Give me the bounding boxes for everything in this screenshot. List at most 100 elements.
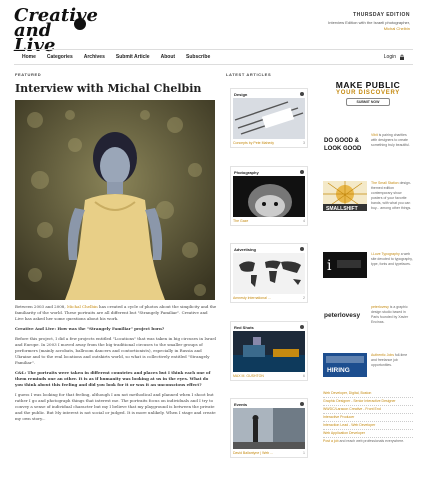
comment-count: 6: [303, 374, 305, 378]
question-2: C&L: The portraits were taken in differe…: [15, 370, 211, 387]
ad-text: Vibit is pairing charities with designer…: [371, 133, 413, 161]
ad-text: peterlovesy is a graphic design studio b…: [371, 305, 413, 325]
promo-subtitle: YOUR DISCOVERY: [336, 90, 400, 96]
ad-link[interactable]: The Small Station: [371, 181, 399, 185]
svg-text:SMALLSHIFT: SMALLSHIFT: [326, 206, 358, 211]
sidebar-ad-4[interactable]: peterlovesy peterlovesy is a graphic des…: [323, 305, 413, 325]
sidebar-ad-1[interactable]: DO GOOD & LOOK GOOD Vibit is pairing char…: [323, 133, 413, 161]
card-label: Advertising: [234, 246, 257, 252]
comment-count: 3: [303, 141, 305, 145]
ad-image[interactable]: peterlovesy: [323, 305, 367, 325]
job-listing[interactable]: Interactive Producer: [323, 414, 413, 422]
tagline-text: Interview Edition with the Israeli photo…: [328, 20, 410, 25]
question-1: Creative And Live: How was the "Strangel…: [15, 326, 165, 331]
sidebar-ad-3[interactable]: i i-Love Typography a web site devoted t…: [323, 252, 413, 282]
card-thumbnail[interactable]: [233, 408, 305, 449]
featured-heading: FEATURED: [15, 72, 42, 77]
site-logo[interactable]: Creative and Live: [14, 7, 98, 55]
ad-link[interactable]: Authentic Jobs: [371, 353, 394, 357]
edition-tagline: THURSDAY EDITION Interview Edition with …: [320, 12, 410, 32]
nav-categories[interactable]: Categories: [47, 54, 73, 60]
ad-description: design-themed edition contemporary show …: [371, 181, 412, 210]
nav-submit-article[interactable]: Submit Article: [116, 54, 150, 60]
job-listing[interactable]: Web Developer, Digital, Boston: [323, 390, 413, 398]
job-listing[interactable]: Web Application Developer: [323, 430, 413, 438]
intro-text-a: Between 2003 and 2008,: [15, 304, 66, 309]
card-caption[interactable]: David Ballantyne | Web ...: [233, 451, 273, 455]
ad-description: is pairing charities with designers to c…: [371, 133, 410, 147]
svg-text:peterlovesy: peterlovesy: [324, 312, 361, 319]
latest-card-design[interactable]: Design Concepts by Pete Mahedy 3: [230, 88, 308, 148]
comment-count: 4: [303, 219, 305, 223]
lightbulb-icon: [74, 18, 86, 30]
promo-title: MAKE PUBLIC: [335, 80, 401, 90]
nav-subscribe[interactable]: Subscribe: [186, 54, 210, 60]
plus-icon[interactable]: [300, 92, 304, 96]
card-label: Design: [234, 91, 248, 97]
ad-text: Authentic Jobs full-time and freelance j…: [371, 353, 413, 381]
latest-card-advertising[interactable]: Advertising Amnesty International ... 2: [230, 243, 308, 303]
edition-day: THURSDAY EDITION: [353, 12, 410, 18]
login-label: Login: [383, 54, 396, 60]
comment-count: 1: [303, 451, 305, 455]
card-thumbnail[interactable]: [233, 331, 305, 372]
photographer-link[interactable]: Michal Chelbin: [67, 304, 98, 309]
plus-icon[interactable]: [300, 247, 304, 251]
svg-text:i: i: [327, 258, 332, 274]
job-listing[interactable]: WWDC/Laracon Creative - Front End: [323, 406, 413, 414]
ad-link[interactable]: Vibit: [371, 133, 378, 137]
article-body: Between 2003 and 2008, Michal Chelbin ha…: [15, 304, 217, 426]
card-label: Red Shots: [234, 324, 254, 330]
sidebar-ad-5[interactable]: HIRING Authentic Jobs full-time and free…: [323, 353, 413, 381]
answer-1: Before this project, I did a few project…: [15, 336, 216, 365]
ad-image[interactable]: DO GOOD & LOOK GOOD: [323, 133, 367, 161]
ad-image[interactable]: SMALLSHIFT: [323, 181, 367, 215]
latest-card-photography[interactable]: Photography The Gaze 4: [230, 166, 308, 226]
ad-text: The Small Station design-themed edition …: [371, 181, 413, 215]
card-thumbnail[interactable]: [233, 98, 305, 139]
job-listings: Web Developer, Digital, Boston Graphic D…: [323, 390, 413, 445]
submit-now-button[interactable]: SUBMIT NOW: [346, 98, 390, 106]
card-caption[interactable]: MAX M. GUSHTON: [233, 374, 264, 378]
comment-count: 2: [303, 296, 305, 300]
plus-icon[interactable]: [300, 325, 304, 329]
svg-text:LOOK GOOD: LOOK GOOD: [324, 146, 362, 152]
card-caption[interactable]: Amnesty International ...: [233, 296, 271, 300]
featured-photo[interactable]: [15, 100, 215, 300]
card-caption[interactable]: Concepts by Pete Mahedy: [233, 141, 274, 145]
lock-icon: [400, 54, 404, 60]
post-job-footer: Post a job and reach web professionals e…: [323, 438, 413, 445]
tagline-name-link[interactable]: Michal Chelbin: [384, 26, 410, 31]
job-listing[interactable]: Interaction Lead - Web Developer: [323, 422, 413, 430]
card-thumbnail[interactable]: [233, 253, 305, 294]
ad-link[interactable]: peterlovesy: [371, 305, 389, 309]
ad-image[interactable]: i: [323, 252, 367, 282]
nav-archives[interactable]: Archives: [84, 54, 105, 60]
nav-about[interactable]: About: [161, 54, 175, 60]
login-link[interactable]: Login: [384, 54, 405, 60]
make-public-promo: MAKE PUBLIC YOUR DISCOVERY SUBMIT NOW: [323, 80, 413, 106]
latest-articles-heading: LATEST ARTICLES: [226, 72, 272, 77]
ad-image[interactable]: HIRING: [323, 353, 367, 381]
latest-card-red-shots[interactable]: Red Shots MAX M. GUSHTON 6: [230, 321, 308, 381]
article-title[interactable]: Interview with Michal Chelbin: [15, 82, 201, 95]
plus-icon[interactable]: [300, 170, 304, 174]
answer-2: I guess I was looking for that feeling, …: [15, 392, 216, 421]
svg-text:DO GOOD &: DO GOOD &: [324, 138, 360, 144]
post-job-link[interactable]: Post a job: [323, 439, 339, 443]
plus-icon[interactable]: [300, 402, 304, 406]
card-thumbnail[interactable]: [233, 176, 305, 217]
card-label: Events: [234, 401, 248, 407]
ad-link[interactable]: i-Love Typography: [371, 252, 400, 256]
nav-home[interactable]: Home: [22, 54, 36, 60]
card-label: Photography: [234, 169, 259, 175]
svg-text:HIRING: HIRING: [327, 367, 350, 374]
latest-card-events[interactable]: Events David Ballantyne | Web ... 1: [230, 398, 308, 458]
sidebar-ad-2[interactable]: SMALLSHIFT The Small Station design-them…: [323, 181, 413, 215]
main-navigation: Home Categories Archives Submit Article …: [14, 49, 413, 65]
post-job-text: and reach web professionals everywhere.: [338, 439, 405, 443]
article-intro: Between 2003 and 2008, Michal Chelbin ha…: [15, 304, 217, 322]
job-listing[interactable]: Graphic Designer - Senior Interactive De…: [323, 398, 413, 406]
ad-text: i-Love Typography a web site devoted to …: [371, 252, 413, 282]
card-caption[interactable]: The Gaze: [233, 219, 248, 223]
